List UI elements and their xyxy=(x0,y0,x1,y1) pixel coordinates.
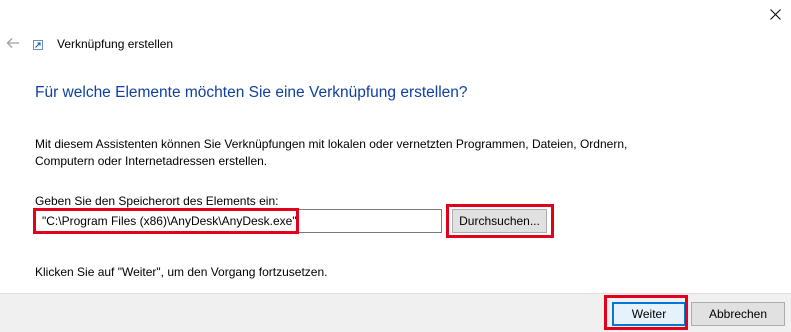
highlight-browse-button xyxy=(446,204,554,238)
close-icon xyxy=(770,8,781,20)
window-title: Verknüpfung erstellen xyxy=(57,37,174,51)
wizard-heading: Für welche Elemente möchten Sie eine Ver… xyxy=(35,84,468,101)
location-label: Geben Sie den Speicherort des Elements e… xyxy=(35,194,279,208)
shortcut-wizard-icon xyxy=(33,39,43,50)
back-button[interactable] xyxy=(4,34,22,52)
highlight-next-button xyxy=(604,295,688,330)
cancel-button[interactable]: Abbrechen xyxy=(691,302,785,326)
wizard-description: Mit diesem Assistenten können Sie Verknü… xyxy=(35,137,628,168)
continue-hint: Klicken Sie auf "Weiter", um den Vorgang… xyxy=(35,265,328,279)
close-button[interactable] xyxy=(760,0,791,28)
highlight-location-input xyxy=(33,208,299,234)
back-arrow-icon xyxy=(6,38,19,48)
